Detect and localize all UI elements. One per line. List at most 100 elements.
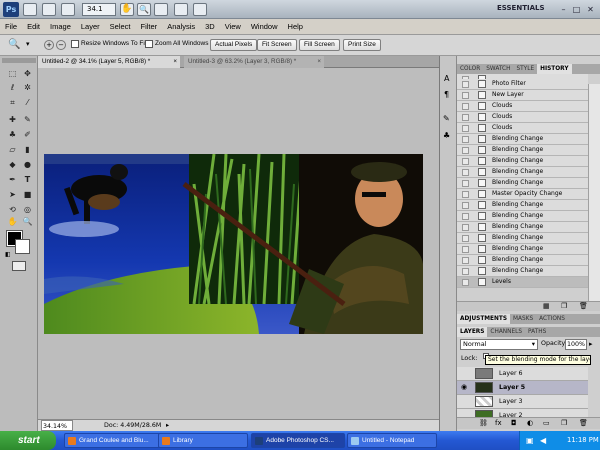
tab-layers[interactable]: LAYERS: [457, 327, 488, 337]
pen-tool-icon[interactable]: ✒: [6, 174, 19, 186]
taskbar-item-notepad[interactable]: Untitled - Notepad: [347, 433, 437, 448]
rotate-view-icon[interactable]: [154, 3, 168, 16]
tab-channels[interactable]: CHANNELS: [487, 327, 525, 337]
opacity-field[interactable]: 100%: [565, 339, 587, 350]
volume-icon[interactable]: ◀: [540, 431, 546, 450]
menu-edit[interactable]: Edit: [27, 22, 40, 31]
tab-untitled-3[interactable]: Untitled-3 @ 63.2% (Layer 3, RGB/8) * ×: [184, 56, 324, 68]
chevron-right-icon[interactable]: ▸: [589, 340, 593, 348]
crop-tool-icon[interactable]: ⌗: [6, 97, 19, 109]
actual-pixels-button[interactable]: Actual Pixels: [210, 39, 258, 51]
new-document-icon[interactable]: ❐: [561, 302, 567, 310]
tab-color[interactable]: COLOR: [457, 64, 483, 74]
fit-screen-button[interactable]: Fit Screen: [257, 39, 297, 51]
zoom-all-windows-checkbox[interactable]: [145, 40, 153, 48]
clone-stamp-icon[interactable]: ♣: [6, 129, 19, 141]
blend-mode-select[interactable]: Normal ▾: [460, 339, 538, 350]
history-item[interactable]: Photo Filter: [457, 79, 588, 90]
zoom-tool-icon[interactable]: 🔍: [137, 3, 151, 16]
link-layers-icon[interactable]: ⛓: [479, 419, 488, 427]
network-icon[interactable]: ▣: [526, 431, 534, 450]
brush-panel-icon[interactable]: ✎: [443, 114, 450, 123]
zoom-in-icon[interactable]: +: [44, 40, 54, 50]
screen-mode-icon[interactable]: [193, 3, 207, 16]
history-brush-icon[interactable]: ✐: [21, 129, 34, 141]
history-item[interactable]: Blending Change: [457, 222, 588, 233]
zoom-icon[interactable]: 🔍: [21, 216, 34, 228]
history-item[interactable]: Clouds: [457, 112, 588, 123]
zoom-percentage-field[interactable]: 34.14%: [41, 420, 73, 431]
chevron-right-icon[interactable]: ▸: [166, 420, 169, 431]
history-item[interactable]: New Layer: [457, 90, 588, 101]
menu-file[interactable]: File: [5, 22, 17, 31]
move-tool-icon[interactable]: ✥: [21, 68, 34, 80]
menu-view[interactable]: View: [225, 22, 241, 31]
start-button[interactable]: start: [0, 431, 56, 450]
tab-untitled-2[interactable]: Untitled-2 @ 34.1% (Layer 5, RGB/8) * ×: [38, 56, 180, 68]
tab-masks[interactable]: MASKS: [510, 314, 536, 324]
history-scrollbar[interactable]: [588, 84, 600, 309]
close-icon[interactable]: ✕: [585, 4, 596, 15]
close-tab-icon[interactable]: ×: [317, 56, 321, 68]
menu-filter[interactable]: Filter: [141, 22, 158, 31]
3d-rotate-icon[interactable]: ⟲: [6, 204, 19, 216]
menu-select[interactable]: Select: [110, 22, 131, 31]
layer-row-selected[interactable]: ◉ Layer 5: [457, 381, 588, 395]
mini-bridge-icon[interactable]: [42, 3, 56, 16]
tools-panel-grip[interactable]: [2, 58, 36, 63]
minimize-icon[interactable]: –: [558, 4, 569, 15]
menu-layer[interactable]: Layer: [81, 22, 100, 31]
history-item[interactable]: Blending Change: [457, 167, 588, 178]
brush-tool-icon[interactable]: ✎: [21, 114, 34, 126]
dodge-tool-icon[interactable]: ●: [21, 159, 34, 171]
fill-screen-button[interactable]: Fill Screen: [299, 39, 340, 51]
tab-adjustments[interactable]: ADJUSTMENTS: [457, 314, 511, 324]
new-layer-icon[interactable]: ❐: [561, 419, 567, 427]
history-item[interactable]: Blending Change: [457, 255, 588, 266]
history-item[interactable]: Clouds: [457, 101, 588, 112]
healing-brush-icon[interactable]: ✚: [6, 114, 19, 126]
tab-history[interactable]: HISTORY: [537, 64, 572, 74]
bridge-icon[interactable]: [23, 3, 37, 16]
arrange-documents-icon[interactable]: [174, 3, 188, 16]
adjustment-layer-icon[interactable]: ◐: [527, 419, 533, 427]
lasso-tool-icon[interactable]: ℓ: [6, 82, 19, 94]
taskbar-item-photoshop[interactable]: Adobe Photoshop CS...: [251, 433, 345, 448]
history-item[interactable]: Blending Change: [457, 156, 588, 167]
chevron-down-icon[interactable]: ▾: [26, 40, 30, 48]
layer-style-icon[interactable]: fx: [495, 419, 502, 427]
history-item[interactable]: Blending Change: [457, 211, 588, 222]
maximize-icon[interactable]: □: [571, 4, 582, 15]
rectangle-tool-icon[interactable]: ■: [21, 189, 34, 201]
history-item[interactable]: Blending Change: [457, 134, 588, 145]
new-group-icon[interactable]: ▭: [543, 419, 550, 427]
menu-3d[interactable]: 3D: [205, 22, 215, 31]
history-item[interactable]: Blending Change: [457, 266, 588, 277]
marquee-tool-icon[interactable]: ⬚: [6, 68, 19, 80]
history-item[interactable]: Blending Change: [457, 200, 588, 211]
new-snapshot-icon[interactable]: ▦: [543, 302, 550, 310]
path-selection-icon[interactable]: ➤: [6, 189, 19, 201]
menu-image[interactable]: Image: [50, 22, 71, 31]
layer-row[interactable]: Layer 2: [457, 409, 588, 417]
layer-mask-icon[interactable]: ◘: [511, 419, 517, 427]
tab-actions[interactable]: ACTIONS: [536, 314, 568, 324]
view-extras-icon[interactable]: [61, 3, 75, 16]
tab-paths[interactable]: PATHS: [525, 327, 549, 337]
menu-window[interactable]: Window: [251, 22, 278, 31]
zoom-out-icon[interactable]: −: [56, 40, 66, 50]
paragraph-panel-icon[interactable]: ¶: [444, 90, 449, 99]
menu-help[interactable]: Help: [288, 22, 303, 31]
character-panel-icon[interactable]: A: [444, 74, 449, 83]
menu-analysis[interactable]: Analysis: [167, 22, 195, 31]
clock[interactable]: 11:18 PM: [567, 431, 599, 450]
trash-icon[interactable]: 🗑: [579, 419, 588, 427]
zoom-level-select[interactable]: 34.1: [82, 3, 116, 16]
eye-icon[interactable]: ◉: [460, 384, 468, 391]
hand-tool-icon[interactable]: ✋: [120, 3, 134, 16]
eraser-tool-icon[interactable]: ▱: [6, 144, 19, 156]
print-size-button[interactable]: Print Size: [343, 39, 381, 51]
close-tab-icon[interactable]: ×: [173, 56, 177, 68]
layer-row[interactable]: Layer 3: [457, 395, 588, 409]
background-color-swatch[interactable]: [15, 239, 30, 254]
